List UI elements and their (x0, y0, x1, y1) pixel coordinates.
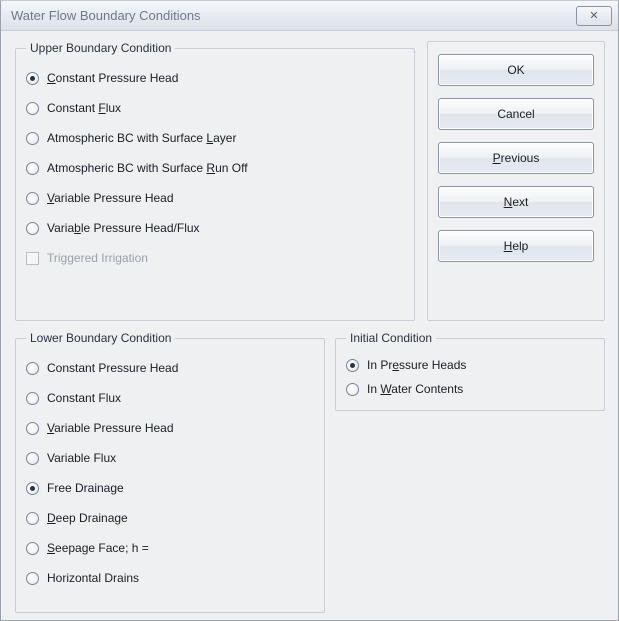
checkbox-icon (26, 252, 39, 265)
lower-opt-constant-flux[interactable]: Constant Flux (26, 383, 314, 413)
radio-icon (26, 102, 39, 115)
lower-opt-horizontal-drains[interactable]: Horizontal Drains (26, 563, 314, 593)
radio-icon (346, 359, 359, 372)
radio-icon (26, 72, 39, 85)
upper-boundary-legend: Upper Boundary Condition (26, 41, 175, 55)
close-button[interactable]: ✕ (576, 6, 612, 26)
button-label: Next (504, 195, 529, 209)
upper-boundary-group: Upper Boundary Condition Constant Pressu… (15, 41, 415, 321)
lower-opt-deep-drainage[interactable]: Deep Drainage (26, 503, 314, 533)
radio-icon (346, 383, 359, 396)
radio-label: Free Drainage (47, 481, 124, 495)
radio-icon (26, 222, 39, 235)
radio-label: In Pressure Heads (367, 358, 466, 372)
upper-opt-atm-surface-runoff[interactable]: Atmospheric BC with Surface Run Off (26, 153, 404, 183)
upper-opt-constant-pressure-head[interactable]: Constant Pressure Head (26, 63, 404, 93)
radio-label: Atmospheric BC with Surface Layer (47, 131, 236, 145)
lower-opt-constant-pressure-head[interactable]: Constant Pressure Head (26, 353, 314, 383)
button-label: Help (504, 239, 529, 253)
initial-condition-legend: Initial Condition (346, 331, 436, 345)
radio-icon (26, 542, 39, 555)
radio-label: Constant Pressure Head (47, 361, 178, 375)
radio-label: Constant Flux (47, 101, 121, 115)
next-button[interactable]: Next (438, 186, 594, 218)
radio-label: Constant Flux (47, 391, 121, 405)
radio-label: Horizontal Drains (47, 571, 139, 585)
button-label: OK (507, 63, 524, 77)
lower-opt-variable-pressure-head[interactable]: Variable Pressure Head (26, 413, 314, 443)
initial-opt-water-contents[interactable]: In Water Contents (346, 377, 594, 401)
initial-opt-pressure-heads[interactable]: In Pressure Heads (346, 353, 594, 377)
upper-opt-atm-surface-layer[interactable]: Atmospheric BC with Surface Layer (26, 123, 404, 153)
dialog-content: Upper Boundary Condition Constant Pressu… (9, 35, 610, 612)
checkbox-label: Triggered Irrigation (47, 251, 148, 265)
titlebar: Water Flow Boundary Conditions ✕ (1, 1, 618, 31)
radio-icon (26, 512, 39, 525)
ok-button[interactable]: OK (438, 54, 594, 86)
radio-label: Variable Pressure Head (47, 421, 174, 435)
lower-boundary-legend: Lower Boundary Condition (26, 331, 175, 345)
radio-icon (26, 482, 39, 495)
cancel-button[interactable]: Cancel (438, 98, 594, 130)
lower-opt-seepage-face[interactable]: Seepage Face; h = (26, 533, 314, 563)
lower-boundary-group: Lower Boundary Condition Constant Pressu… (15, 331, 325, 613)
button-label: Cancel (497, 107, 534, 121)
radio-icon (26, 192, 39, 205)
window-title: Water Flow Boundary Conditions (11, 8, 201, 23)
button-panel: OK Cancel Previous Next Help (427, 41, 605, 321)
help-button[interactable]: Help (438, 230, 594, 262)
upper-opt-variable-pressure-head[interactable]: Variable Pressure Head (26, 183, 404, 213)
upper-opt-variable-pressure-head-flux[interactable]: Variable Pressure Head/Flux (26, 213, 404, 243)
close-icon: ✕ (589, 9, 598, 22)
lower-opt-free-drainage[interactable]: Free Drainage (26, 473, 314, 503)
radio-label: Atmospheric BC with Surface Run Off (47, 161, 248, 175)
radio-icon (26, 392, 39, 405)
radio-label: Variable Flux (47, 451, 116, 465)
radio-label: In Water Contents (367, 382, 463, 396)
radio-icon (26, 422, 39, 435)
upper-opt-constant-flux[interactable]: Constant Flux (26, 93, 404, 123)
radio-label: Deep Drainage (47, 511, 128, 525)
radio-label: Variable Pressure Head (47, 191, 174, 205)
dialog-window: Water Flow Boundary Conditions ✕ Upper B… (0, 0, 619, 621)
radio-icon (26, 452, 39, 465)
initial-condition-group: Initial Condition In Pressure Heads In W… (335, 331, 605, 411)
previous-button[interactable]: Previous (438, 142, 594, 174)
radio-label: Constant Pressure Head (47, 71, 178, 85)
radio-icon (26, 572, 39, 585)
lower-opt-variable-flux[interactable]: Variable Flux (26, 443, 314, 473)
upper-check-triggered-irrigation: Triggered Irrigation (26, 243, 404, 273)
radio-icon (26, 362, 39, 375)
radio-icon (26, 132, 39, 145)
button-label: Previous (493, 151, 540, 165)
radio-label: Seepage Face; h = (47, 541, 149, 555)
radio-label: Variable Pressure Head/Flux (47, 221, 200, 235)
radio-icon (26, 162, 39, 175)
